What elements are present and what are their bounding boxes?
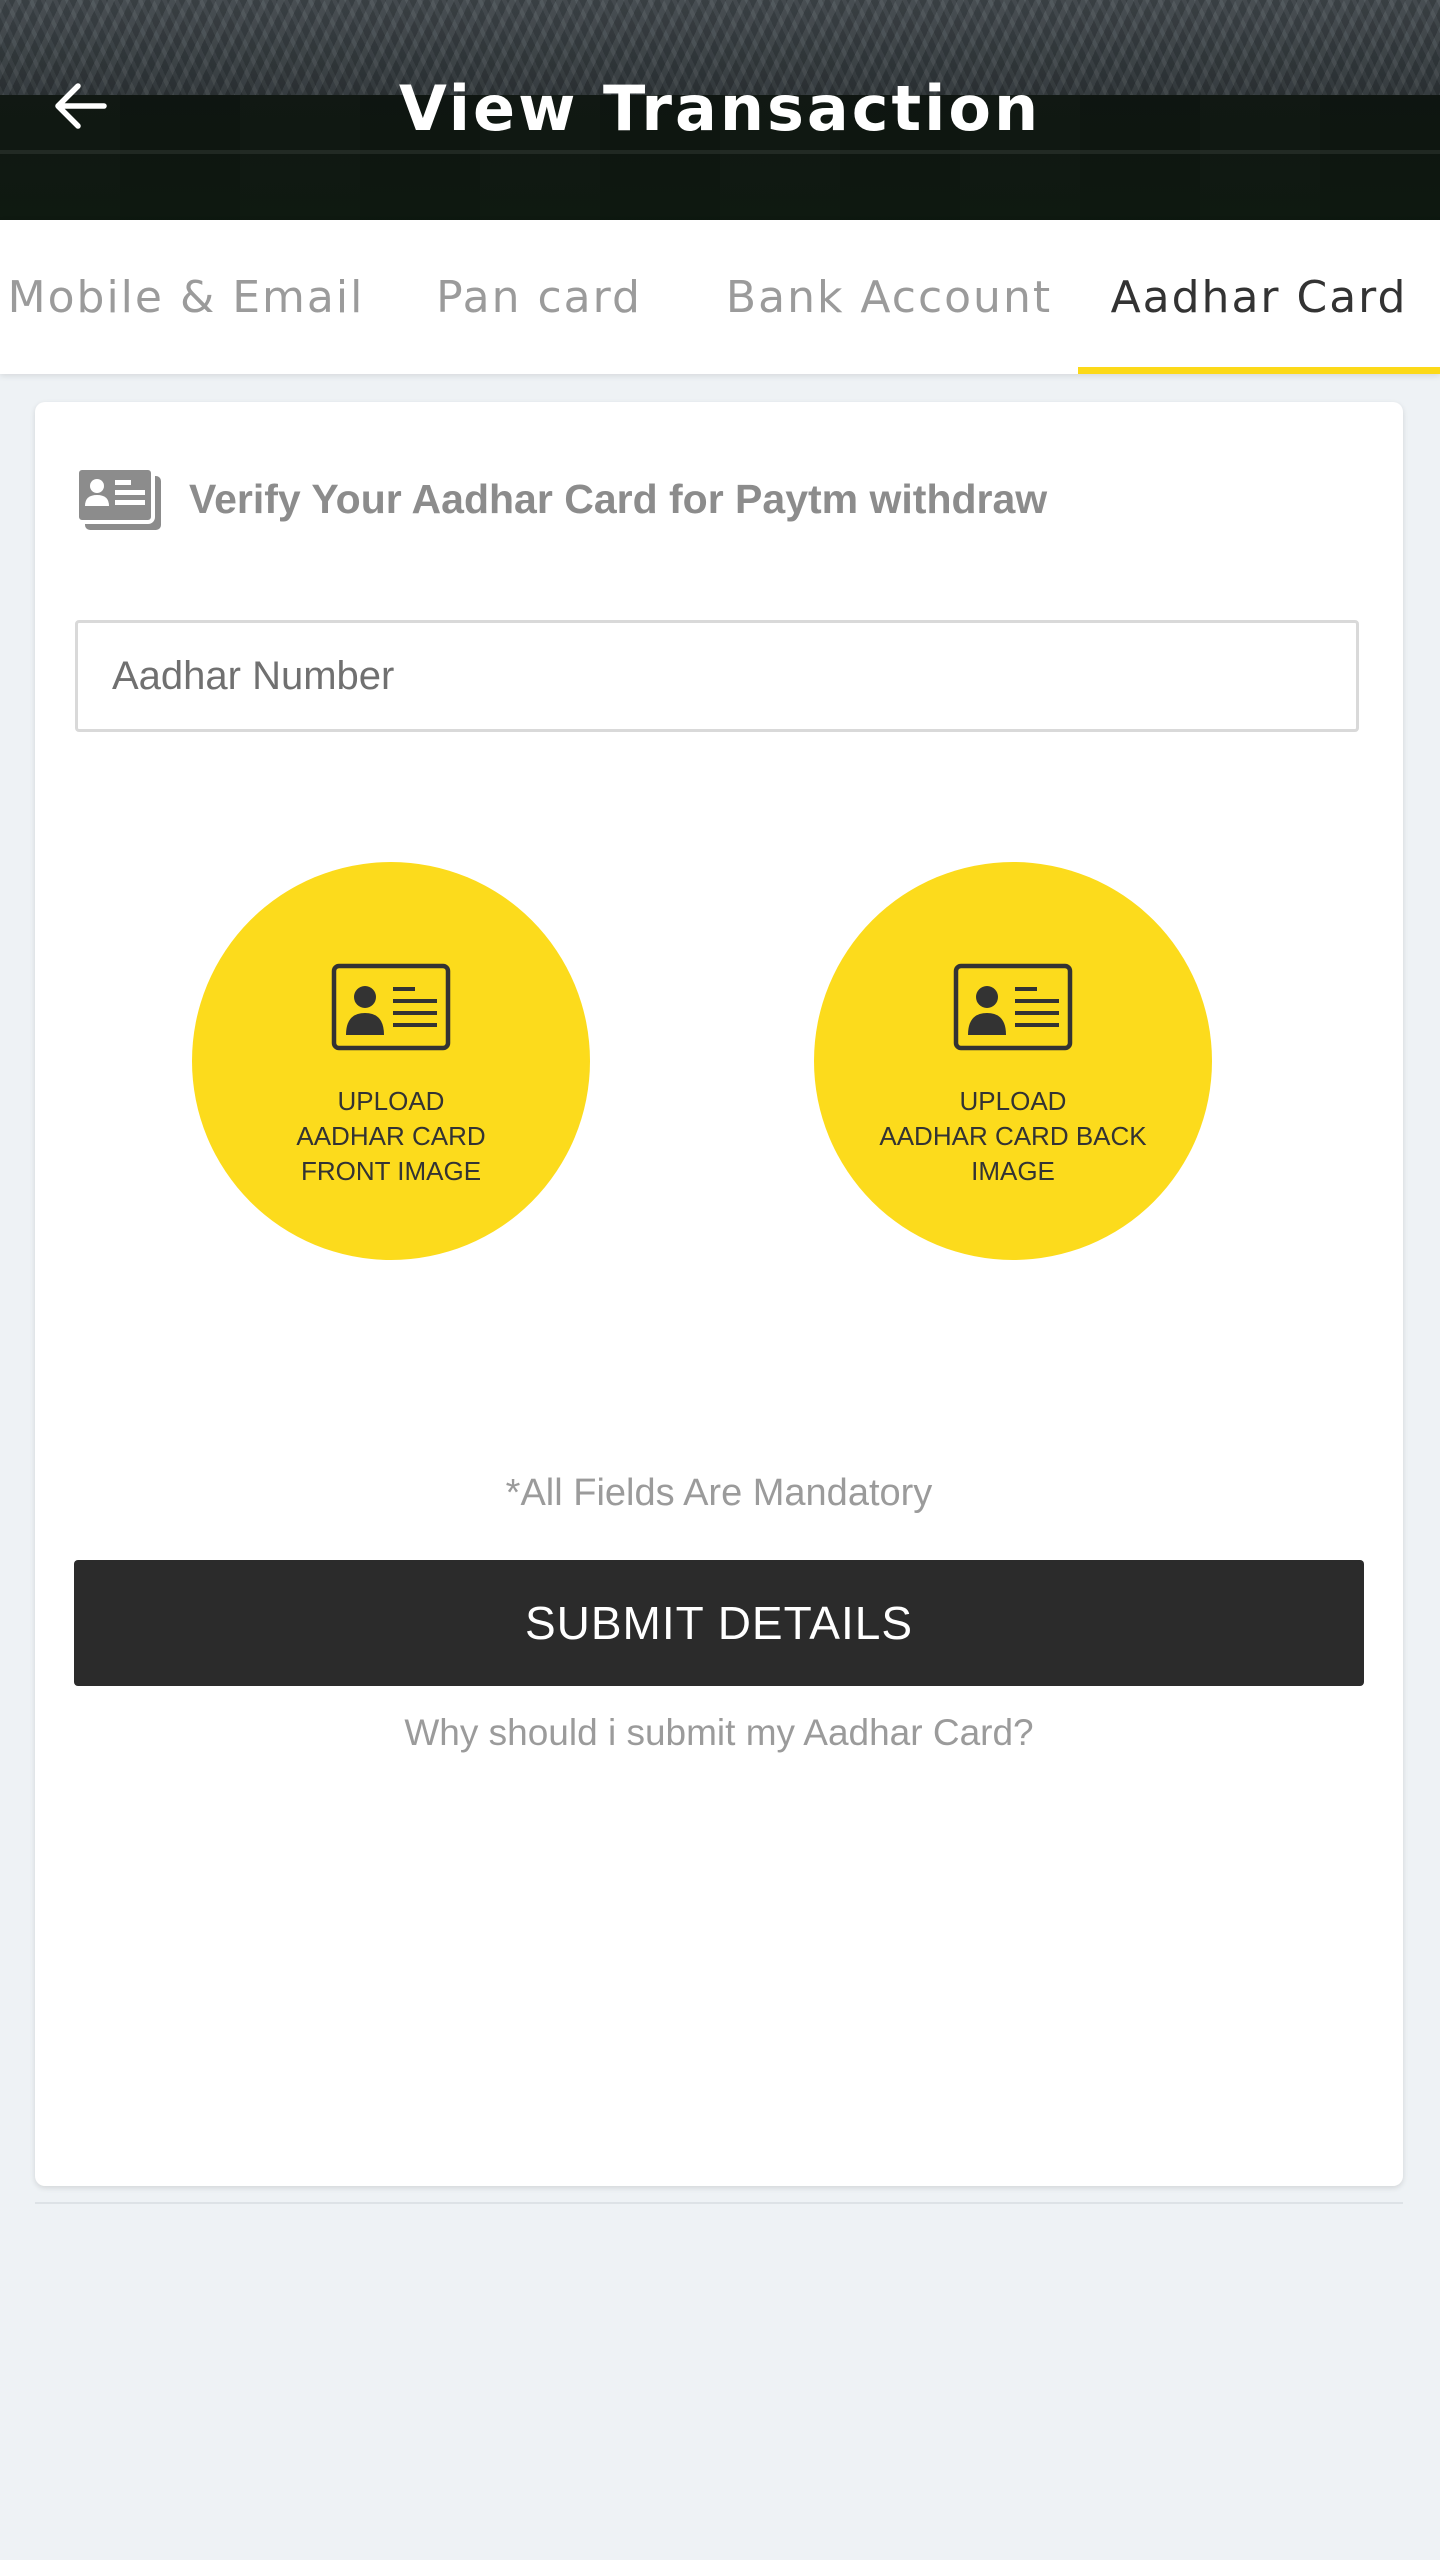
- mandatory-fields-note: *All Fields Are Mandatory: [505, 1472, 933, 1514]
- tab-mobile-email[interactable]: Mobile & Email: [0, 220, 372, 374]
- id-card-icon: [331, 963, 451, 1051]
- header: View Transaction: [0, 0, 1440, 220]
- tab-pan-card[interactable]: Pan card: [392, 220, 686, 374]
- active-tab-indicator: [1078, 367, 1440, 374]
- card-heading-text: Verify Your Aadhar Card for Paytm withdr…: [189, 475, 1048, 522]
- upload-back-image-button[interactable]: UPLOAD AADHAR CARD BACK IMAGE: [814, 862, 1212, 1260]
- aadhar-verification-card: Verify Your Aadhar Card for Paytm withdr…: [35, 402, 1403, 2186]
- why-submit-aadhar-link[interactable]: Why should i submit my Aadhar Card?: [35, 1712, 1403, 1754]
- upload-front-image-button[interactable]: UPLOAD AADHAR CARD FRONT IMAGE: [192, 862, 590, 1260]
- card-heading: Verify Your Aadhar Card for Paytm withdr…: [75, 464, 1047, 534]
- id-card-icon: [75, 466, 161, 530]
- tab-bank-account[interactable]: Bank Account: [706, 220, 1072, 374]
- id-card-icon: [953, 963, 1073, 1051]
- divider: [35, 2202, 1403, 2204]
- upload-back-label: UPLOAD AADHAR CARD BACK IMAGE: [879, 1086, 1147, 1186]
- header-background-pitch: [0, 150, 1440, 154]
- page-title: View Transaction: [398, 72, 1042, 145]
- tab-bar: Mobile & Email Pan card Bank Account Aad…: [0, 220, 1440, 374]
- upload-front-label: UPLOAD AADHAR CARD FRONT IMAGE: [296, 1086, 486, 1186]
- tab-aadhar-card[interactable]: Aadhar Card: [1078, 220, 1440, 374]
- aadhar-number-input[interactable]: [75, 620, 1359, 732]
- submit-details-button[interactable]: SUBMIT DETAILS: [74, 1560, 1364, 1686]
